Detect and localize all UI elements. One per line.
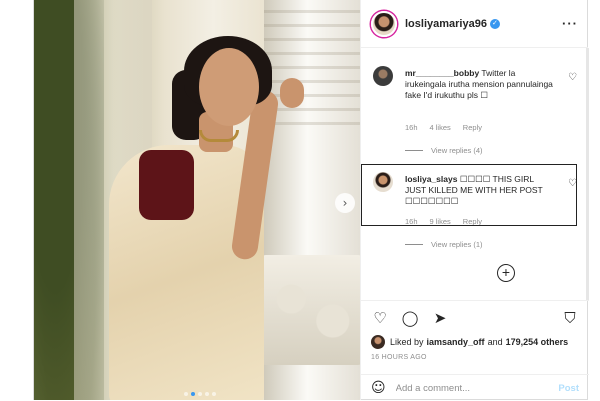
liked-by: Liked by iamsandy_off and 179,254 others bbox=[371, 335, 571, 349]
comments-scrollbar[interactable] bbox=[586, 48, 589, 300]
replies-divider bbox=[405, 244, 423, 245]
bookmark-icon[interactable]: ⛉ bbox=[561, 309, 579, 327]
carousel-dot-active bbox=[191, 392, 195, 396]
commenter-username[interactable]: mr________bobby bbox=[405, 68, 479, 78]
highlight-box bbox=[361, 164, 577, 226]
view-replies-label: View replies (4) bbox=[431, 146, 483, 155]
carousel-dot bbox=[212, 392, 216, 396]
post-button[interactable]: Post bbox=[558, 383, 579, 394]
face bbox=[199, 48, 259, 126]
verified-badge-icon: ✓ bbox=[489, 18, 500, 29]
pillar-rings bbox=[264, 10, 360, 130]
carousel-dots bbox=[184, 392, 216, 396]
view-replies-button[interactable]: View replies (1) bbox=[405, 240, 483, 249]
comments-list: mr________bobby Twitter la irukeingala i… bbox=[361, 48, 589, 300]
avatar[interactable] bbox=[371, 10, 397, 37]
carousel-dot bbox=[205, 392, 209, 396]
carousel-dot bbox=[184, 392, 188, 396]
comment-meta: 16h 4 likes Reply bbox=[405, 123, 482, 132]
share-icon[interactable]: ➤ bbox=[431, 309, 449, 327]
reply-button[interactable]: Reply bbox=[463, 123, 482, 132]
liked-by-prefix: Liked by bbox=[390, 337, 424, 347]
comment-icon[interactable]: ◯ bbox=[401, 309, 419, 327]
add-comment-bar: ☺ Post bbox=[361, 374, 589, 401]
username-link[interactable]: losliyamariya96 bbox=[405, 18, 487, 30]
load-more-comments-button[interactable]: + bbox=[497, 264, 515, 282]
liker-avatar[interactable] bbox=[371, 335, 385, 349]
post-timestamp[interactable]: 16 HOURS AGO bbox=[371, 354, 427, 361]
chevron-right-icon[interactable]: › bbox=[335, 193, 355, 213]
liked-by-count[interactable]: 179,254 others bbox=[506, 337, 569, 347]
commenter-avatar[interactable] bbox=[373, 66, 393, 86]
post-photo[interactable]: › bbox=[34, 0, 360, 400]
liked-by-and: and bbox=[487, 337, 503, 347]
post-actions: ♡ ◯ ➤ ⛉ Liked by iamsandy_off and 179,25… bbox=[361, 300, 589, 400]
view-replies-label: View replies (1) bbox=[431, 240, 483, 249]
carousel-dot bbox=[198, 392, 202, 396]
comment-text: mr________bobby Twitter la irukeingala i… bbox=[405, 68, 555, 101]
post-modal: › losliyamariya96 ✓ ··· mr________bobby … bbox=[33, 0, 589, 400]
comment-time[interactable]: 16h bbox=[405, 123, 418, 132]
heart-icon[interactable]: ♡ bbox=[568, 72, 577, 83]
emoji-icon[interactable]: ☺ bbox=[371, 380, 386, 396]
heart-icon[interactable]: ♡ bbox=[371, 309, 389, 327]
replies-divider bbox=[405, 150, 423, 151]
comment-input[interactable] bbox=[395, 382, 536, 394]
comment-likes[interactable]: 4 likes bbox=[430, 123, 451, 132]
blouse bbox=[139, 150, 194, 220]
necklace bbox=[199, 130, 239, 142]
pillar-carving bbox=[260, 255, 360, 365]
view-replies-button[interactable]: View replies (4) bbox=[405, 146, 483, 155]
post-sidebar: losliyamariya96 ✓ ··· mr________bobby Tw… bbox=[360, 0, 589, 400]
action-icons: ♡ ◯ ➤ bbox=[371, 309, 449, 327]
liked-by-user[interactable]: iamsandy_off bbox=[427, 337, 485, 347]
hand bbox=[280, 78, 304, 108]
more-dots-icon[interactable]: ··· bbox=[562, 16, 578, 31]
post-header: losliyamariya96 ✓ ··· bbox=[361, 0, 588, 48]
